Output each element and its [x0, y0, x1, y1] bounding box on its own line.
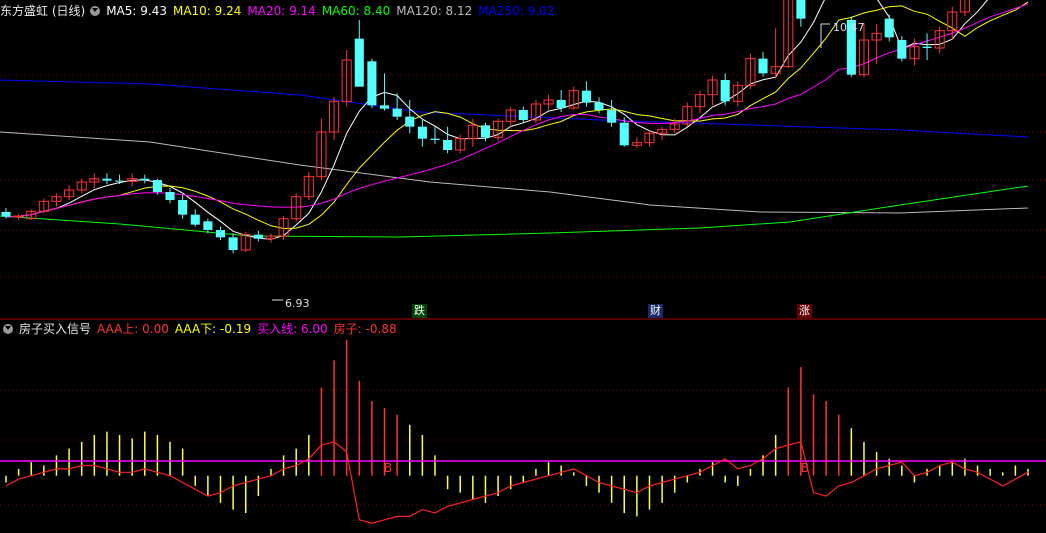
indicator-header: 房子买入信号 AAA上: 0.00 AAA下: -0.19 买入线: 6.00 房子: …: [0, 320, 409, 338]
candle-body-down: [152, 180, 162, 192]
indicator-legend-item-0: AAA上: 0.00: [97, 322, 169, 336]
candle-body-down: [140, 178, 150, 180]
stock-chart-canvas[interactable]: BB: [0, 0, 1046, 533]
candle-body-down: [215, 230, 226, 238]
buy-signal-marker: B: [384, 461, 392, 475]
candle-body-down: [884, 18, 894, 38]
candle-body-down: [518, 110, 528, 120]
ma-legend-item-0: MA5: 9.43: [106, 4, 167, 18]
ma120-line: [0, 131, 1029, 214]
high-price-label: 10.47: [833, 21, 865, 34]
candle-body-down: [1, 212, 11, 217]
candle-body-down: [190, 214, 200, 225]
candle-body-down: [796, 0, 806, 19]
candle-body-down: [581, 90, 591, 103]
ma-legend-item-3: MA60: 8.40: [321, 4, 391, 18]
candle-body-down: [443, 140, 453, 150]
candle-body-down: [480, 125, 490, 138]
indicator-legend-item-1: AAA下: -0.19: [174, 322, 252, 336]
candle-body-down: [417, 126, 427, 139]
candle-body-down: [228, 237, 238, 250]
ma250-line: [0, 79, 1029, 138]
signal-line: [5, 441, 1029, 524]
indicator-legend-item-2: 买入线: 6.00: [257, 322, 328, 336]
main-chart-header: 东方盛虹 (日线) MA5: 9.43 MA10: 9.24 MA20: 9.14 MA…: [0, 2, 566, 20]
ma60-line: [0, 185, 1029, 238]
dropdown-circle-icon[interactable]: [90, 6, 101, 16]
candle-body-down: [922, 46, 932, 48]
candle-body-down: [253, 234, 263, 239]
event-label-earnings[interactable]: 财: [648, 304, 663, 318]
candle-body-down: [102, 178, 112, 181]
ma-legend-item-4: MA120: 8.12: [396, 4, 473, 18]
low-price-annotation: 6.93: [285, 297, 310, 310]
candle-body-down: [758, 58, 768, 74]
ma5-line: [5, 0, 989, 240]
event-label-text: 跌: [414, 304, 425, 317]
candle-body-down: [203, 221, 213, 230]
candle-body-down: [354, 38, 364, 87]
candle-body-down: [392, 108, 402, 117]
candle-body-down: [379, 105, 390, 109]
buy-signal-marker: B: [801, 461, 809, 475]
dropdown-circle-icon[interactable]: [3, 324, 13, 334]
indicator-legend-item-3: 房子: -0.88: [333, 322, 397, 336]
candle-body-up: [13, 215, 24, 218]
high-price-annotation: 10.47: [833, 21, 865, 34]
ma-legend-item-2: MA20: 9.14: [247, 4, 316, 18]
ma-legend-item-5: MA250: 9.02: [478, 4, 555, 18]
candle-body-down: [367, 61, 377, 106]
candle-body-down: [430, 138, 440, 140]
candle-body-down: [607, 110, 617, 123]
event-label-text: 涨: [799, 304, 810, 317]
candle-body-down: [720, 80, 730, 102]
event-label-fall[interactable]: 跌: [412, 304, 427, 318]
ma10-line: [5, 1, 1029, 230]
candle-body-down: [178, 200, 188, 215]
candle-body-down: [897, 40, 907, 59]
high-marker-line: [820, 23, 830, 48]
candle-body-down: [594, 102, 604, 110]
candle-body-down: [556, 100, 566, 108]
indicator-title: 房子买入信号: [19, 322, 92, 336]
candle-body-down: [405, 116, 415, 127]
event-label-rise[interactable]: 涨: [797, 304, 812, 318]
candle-body-down: [619, 122, 629, 146]
event-label-text: 财: [650, 304, 661, 317]
candle-body-down: [115, 180, 125, 182]
candle-body-down: [165, 192, 175, 200]
ma-legend-item-1: MA10: 9.24: [172, 4, 242, 18]
low-price-label: 6.93: [285, 297, 310, 310]
stock-title: 东方盛虹 (日线): [0, 4, 86, 18]
